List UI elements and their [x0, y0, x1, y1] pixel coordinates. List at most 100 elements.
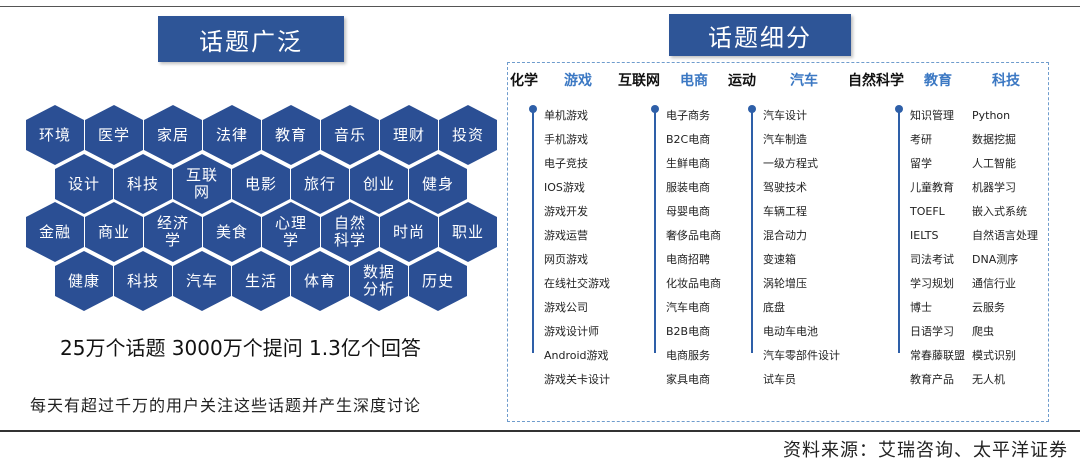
topic-hex: 汽车 [173, 251, 231, 311]
category-label: 电商 [680, 73, 708, 89]
topic-breakdown-title: 话题细分 [669, 14, 851, 56]
topic-hex-label: 经济学 [156, 214, 189, 249]
topic-hex: 旅行 [291, 154, 349, 214]
topic-hex: 时尚 [380, 202, 438, 262]
column-dot [651, 105, 659, 113]
topic-hex: 投资 [439, 105, 497, 165]
subtopic-item: Android游戏 [544, 349, 609, 362]
subtopic-item: 游戏运营 [544, 229, 588, 242]
column-connector [654, 111, 656, 353]
subtopic-item: 常春藤联盟 [910, 349, 965, 362]
topic-hex: 医学 [85, 105, 143, 165]
topic-hex-label: 历史 [421, 271, 454, 290]
topic-hex-label: 自然科学 [333, 214, 366, 249]
topic-hex-label: 美食 [215, 222, 248, 241]
topic-hex-label: 教育 [274, 125, 307, 144]
topic-hex: 教育 [262, 105, 320, 165]
subtopic-item: 母婴电商 [666, 205, 710, 218]
subtopic-item: 一级方程式 [763, 157, 818, 170]
subtopic-item: 电子商务 [666, 109, 710, 122]
topic-hex-label: 创业 [362, 174, 395, 193]
subtopic-item: 云服务 [972, 301, 1005, 314]
ecommerce-list: 电子商务 B2C电商 生鲜电商 服装电商 母婴电商 奢侈品电商 电商招聘 化妆品电商 汽车电商 B… [666, 106, 721, 394]
edu-tech-list: 知识管理 Python 考研 数据挖掘 留学 人工智能 儿童教育 机器学习 TOEFL 嵌入式系统… [910, 106, 1052, 394]
topic-hex-label: 理财 [392, 125, 425, 144]
bottom-rule [0, 430, 1080, 432]
topic-hex-label: 科技 [126, 271, 159, 290]
subtopic-item: IOS游戏 [544, 181, 585, 194]
subtopic-item: 家具电商 [666, 373, 710, 386]
category-label: 互联网 [618, 73, 660, 89]
subtopic-item: 汽车制造 [763, 133, 807, 146]
subtopic-item: 汽车电商 [666, 301, 710, 314]
column-dot [529, 105, 537, 113]
subtopic-item: 无人机 [972, 373, 1005, 386]
subtopic-item: 模式识别 [972, 349, 1016, 362]
subtopic-item: 奢侈品电商 [666, 229, 721, 242]
subtopic-item: 电商服务 [666, 349, 710, 362]
column-connector [532, 111, 534, 353]
topic-hex-label: 互联网 [185, 166, 218, 201]
topic-hex: 互联网 [173, 154, 231, 214]
subtopic-item: 汽车设计 [763, 109, 807, 122]
column-dot [895, 105, 903, 113]
subtopic-item: 手机游戏 [544, 133, 588, 146]
topic-hex: 法律 [203, 105, 261, 165]
subtopic-item: 通信行业 [972, 277, 1016, 290]
topic-hex-label: 商业 [97, 222, 130, 241]
topic-hex-label: 体育 [303, 271, 336, 290]
subtopic-item: B2B电商 [666, 325, 711, 338]
topic-breakdown-panel: 化学 游戏 互联网 电商 运动 汽车 自然科学 教育 科技 单机游戏 手机游戏 电子竞技 IOS游戏游… [507, 62, 1049, 422]
subtopic-item: 游戏设计师 [544, 325, 599, 338]
games-list: 单机游戏 手机游戏 电子竞技 IOS游戏 游戏开发 游戏运营 网页游戏 在线社交游戏 游戏公司游… [544, 106, 610, 394]
topic-hex: 商业 [85, 202, 143, 262]
topic-hex-label: 职业 [451, 222, 484, 241]
topic-hex-label: 电影 [244, 174, 277, 193]
auto-list: 汽车设计 汽车制造 一级方程式 驾驶技术 车辆工程 混合动力 变速箱 涡轮增压 底盘 电动车电池汽… [763, 106, 840, 394]
topic-hex-label: 法律 [215, 125, 248, 144]
topic-hex-label: 设计 [67, 174, 100, 193]
subtopic-item: 机器学习 [972, 181, 1016, 194]
column-connector [898, 111, 900, 353]
subtopic-item: IELTS [910, 229, 939, 242]
subtopic-item: 变速箱 [763, 253, 796, 266]
category-label: 游戏 [564, 73, 592, 89]
category-label: 汽车 [790, 73, 818, 89]
topic-hex: 电影 [232, 154, 290, 214]
subtopic-item: 日语学习 [910, 325, 954, 338]
topic-hex-label: 家居 [156, 125, 189, 144]
topic-hex-label: 生活 [244, 271, 277, 290]
subtopic-item: 汽车零部件设计 [763, 349, 840, 362]
topic-hex: 体育 [291, 251, 349, 311]
topic-hex-label: 健康 [67, 271, 100, 290]
subtopic-item: 电动车电池 [763, 325, 818, 338]
subtopic-item: 电子竞技 [544, 157, 588, 170]
subtopic-item: 留学 [910, 157, 932, 170]
topic-hex: 家居 [144, 105, 202, 165]
subtopic-item: 儿童教育 [910, 181, 954, 194]
subtopic-item: DNA测序 [972, 253, 1019, 266]
subtopic-item: TOEFL [910, 205, 945, 218]
subtopic-item: 底盘 [763, 301, 785, 314]
subtopic-item: 电商招聘 [666, 253, 710, 266]
subtopic-item: 嵌入式系统 [972, 205, 1027, 218]
subtopic-item: Python [972, 109, 1011, 122]
topic-hex: 金融 [26, 202, 84, 262]
topic-hex: 经济学 [144, 202, 202, 262]
subtopic-item: 人工智能 [972, 157, 1016, 170]
subtopic-item: 生鲜电商 [666, 157, 710, 170]
topic-hex-grid: 环境 医学 家居 法律 教育 音乐 理财 投资 设计 科技 互联网 电影 旅行 创业 健身 金融 商业 经济学 美食… [0, 0, 520, 311]
category-label: 教育 [924, 73, 952, 89]
column-connector [751, 111, 753, 353]
topic-hex-label: 投资 [451, 125, 484, 144]
topic-hex: 历史 [409, 251, 467, 311]
topic-hex: 心理学 [262, 202, 320, 262]
topic-hex: 科技 [114, 251, 172, 311]
subtopic-item: 混合动力 [763, 229, 807, 242]
topic-hex: 自然科学 [321, 202, 379, 262]
daily-users-note: 每天有超过千万的用户关注这些话题并产生深度讨论 [30, 396, 422, 415]
topic-hex-label: 医学 [97, 125, 130, 144]
topic-hex: 创业 [350, 154, 408, 214]
topic-hex-label: 健身 [421, 174, 454, 193]
subtopic-item: 车辆工程 [763, 205, 807, 218]
